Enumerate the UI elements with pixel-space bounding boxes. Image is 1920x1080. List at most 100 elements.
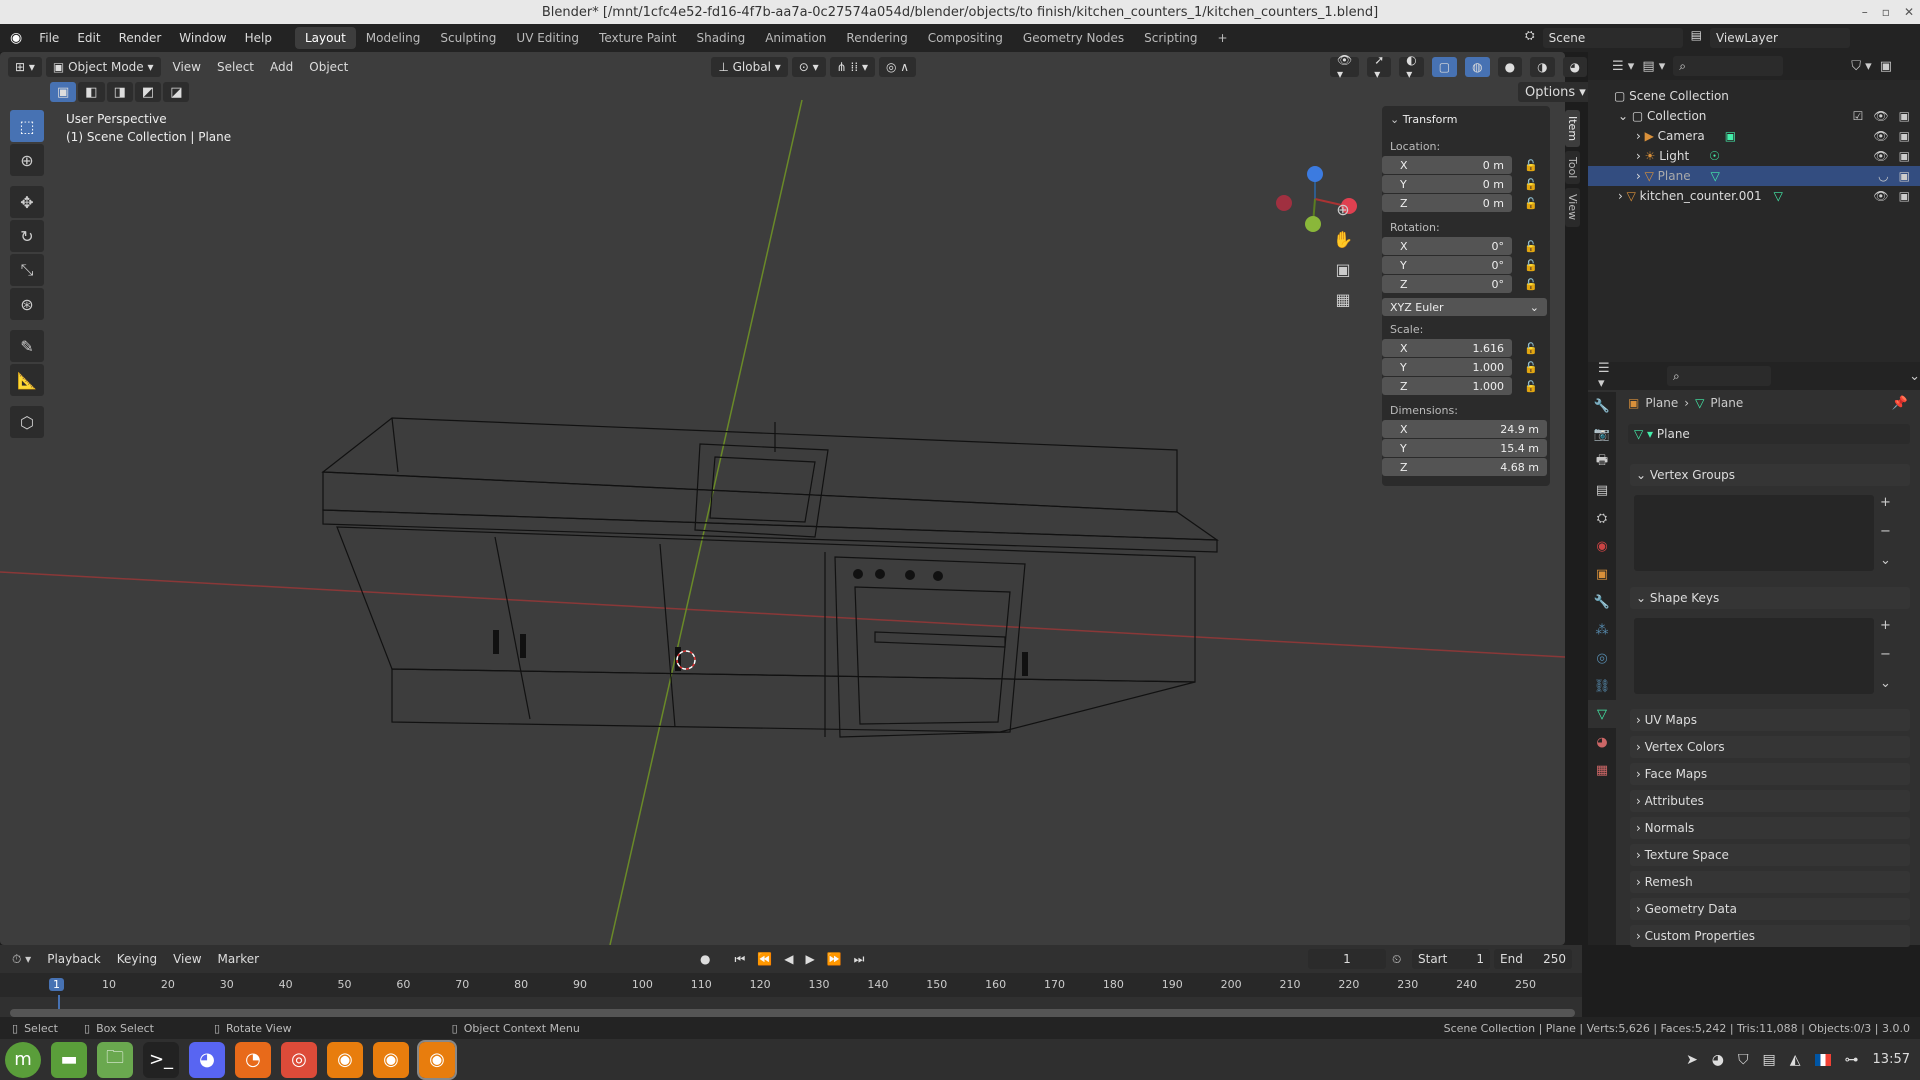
pin-icon[interactable]: 📌 [1892,396,1908,411]
view-layer-tab-icon[interactable]: ▤ [1588,476,1616,504]
tab-texture-paint[interactable]: Texture Paint [589,27,686,49]
chevron-right-icon[interactable]: › [1636,149,1645,163]
uv-maps-panel-header[interactable]: › UV Maps [1630,709,1910,731]
location-x-field[interactable]: X 0 m [1382,156,1512,174]
tab-view[interactable]: View [1565,188,1580,227]
scale-x-field[interactable]: X 1.616 [1382,339,1512,357]
vp-menu-object[interactable]: Object [301,60,356,74]
maximize-icon[interactable]: ▫ [1882,5,1890,19]
frame-ruler[interactable]: 1 10 20 30 40 50 60 70 80 90 100 110 120 130 140 150 160… [0,973,1582,1015]
gizmo-toggle-icon[interactable]: ➚ ▾ [1367,53,1392,81]
jump-start-icon[interactable]: ⏮ [734,952,745,967]
outliner-row-plane[interactable]: › ▽ Plane ▽ ◡ ▣ [1588,166,1920,186]
outliner-row-kitchen-counter[interactable]: › ▽ kitchen_counter.001 ▽ 👁 ▣ [1588,186,1920,206]
chevron-down-icon[interactable]: ⌄ [1909,369,1920,384]
rotation-x-field[interactable]: X 0° [1382,237,1512,255]
light-data-icon[interactable]: ☉ [1709,149,1720,163]
chevron-down-icon[interactable]: ⌄ [1880,553,1891,568]
remove-icon[interactable]: − [1880,524,1891,539]
display-mode-icon[interactable]: ▤ ▾ [1642,59,1665,74]
new-collection-icon[interactable]: ▣ [1880,59,1892,74]
scale-tool-icon[interactable]: ⤡ [10,254,44,286]
next-keyframe-icon[interactable]: ⏩ [827,952,842,967]
shape-keys-list[interactable] [1634,618,1874,694]
minimize-icon[interactable]: – [1862,5,1868,19]
close-icon[interactable]: ✕ [1904,5,1914,19]
options-dropdown[interactable]: Options ▾ [1518,82,1593,102]
render-tab-icon[interactable]: 📷 [1588,420,1616,448]
select-intersect-icon[interactable]: ◪ [163,82,190,102]
tab-animation[interactable]: Animation [755,27,836,49]
play-icon[interactable]: ▶ [805,952,814,967]
shading-solid-icon[interactable]: ● [1497,57,1523,77]
tab-shading[interactable]: Shading [686,27,755,49]
3d-viewport[interactable]: User Perspective (1) Scene Collection | … [0,52,1565,945]
tab-scripting[interactable]: Scripting [1134,27,1207,49]
start-frame-field[interactable]: Start 1 [1412,949,1490,969]
dimensions-z-field[interactable]: Z 4.68 m [1382,458,1547,476]
mesh-data-icon[interactable]: ▽ [1774,189,1783,203]
annotate-tool-icon[interactable]: ✎ [10,330,44,362]
end-frame-field[interactable]: End 250 [1494,949,1572,969]
add-icon[interactable]: + [1880,618,1891,633]
lock-icon[interactable]: 🔓 [1524,197,1538,210]
dimensions-x-field[interactable]: X 24.9 m [1382,420,1547,438]
viewlayer-field[interactable]: ViewLayer [1709,28,1850,48]
lock-icon[interactable]: 🔓 [1524,240,1538,253]
vertex-groups-list[interactable] [1634,495,1874,571]
chrome-icon[interactable]: ◎ [281,1041,317,1078]
transform-header[interactable]: ⌄ Transform [1390,110,1457,128]
transform-tool-icon[interactable]: ⊛ [10,288,44,320]
proportional-edit-toggle[interactable]: ◎ ∧ [879,57,917,77]
menu-window[interactable]: Window [170,31,235,45]
camera-icon[interactable]: ▣ [1899,129,1910,143]
zoom-icon[interactable]: ⊕ [1330,197,1356,221]
timeline-editor-icon[interactable]: ⏱ ▾ [0,952,39,967]
discord-icon[interactable]: ◕ [189,1041,225,1078]
nordvpn-icon[interactable]: ◭ [1790,1052,1801,1068]
vertex-groups-panel-header[interactable]: ⌄ Vertex Groups [1630,464,1910,486]
select-new-icon[interactable]: ▣ [50,82,77,102]
vp-menu-add[interactable]: Add [262,60,301,74]
rotate-tool-icon[interactable]: ↻ [10,220,44,252]
lock-icon[interactable]: 🔓 [1524,278,1538,291]
files-icon[interactable]: 🗀 [97,1041,133,1078]
eye-closed-icon[interactable]: ◡ [1878,169,1888,183]
xray-toggle-icon[interactable]: ▢ [1431,57,1458,77]
discord-tray-icon[interactable]: ◕ [1712,1052,1724,1068]
menu-file[interactable]: File [30,31,68,45]
mint-menu-icon[interactable]: m [5,1041,41,1078]
blender-icon-active[interactable]: ◉ [417,1039,457,1080]
pan-hand-icon[interactable]: ✋ [1330,227,1356,251]
scene-icon[interactable]: ⛭ [1525,28,1535,48]
tab-rendering[interactable]: Rendering [836,27,917,49]
texture-space-panel-header[interactable]: › Texture Space [1630,844,1910,866]
tab-modeling[interactable]: Modeling [356,27,431,49]
gizmo-z-icon[interactable] [1307,166,1323,182]
clipboard-icon[interactable]: ▤ [1763,1052,1776,1068]
lock-icon[interactable]: 🔓 [1524,361,1538,374]
mesh-data-icon[interactable]: ▽ [1711,169,1720,183]
preview-range-icon[interactable]: ⏲ [1392,952,1401,967]
camera-icon[interactable]: ▣ [1899,149,1910,163]
telegram-icon[interactable]: ➤ [1686,1052,1698,1068]
tab-sculpting[interactable]: Sculpting [430,27,506,49]
remove-icon[interactable]: − [1880,647,1891,662]
timeline-menu-view[interactable]: View [165,952,209,966]
menu-help[interactable]: Help [236,31,281,45]
vp-menu-view[interactable]: View [165,60,209,74]
eye-icon[interactable]: 👁 [1873,129,1888,143]
mode-dropdown[interactable]: ▣ Object Mode ▾ [45,57,161,77]
timeline-scrollbar[interactable] [10,1009,1575,1017]
blender-icon[interactable]: ◉ [327,1041,363,1078]
current-frame-field[interactable]: 1 [1308,949,1386,969]
lock-icon[interactable]: 🔓 [1524,380,1538,393]
select-box-tool-icon[interactable]: ⬚ [10,110,44,142]
vertex-colors-panel-header[interactable]: › Vertex Colors [1630,736,1910,758]
remesh-panel-header[interactable]: › Remesh [1630,871,1910,893]
keyboard-layout-flag-icon[interactable] [1814,1053,1831,1066]
properties-search-input[interactable]: ⌕ [1666,366,1772,386]
editor-type-icon[interactable]: ⊞ ▾ [8,57,42,77]
material-tab-icon[interactable]: ◕ [1588,728,1616,756]
lock-icon[interactable]: 🔓 [1524,178,1538,191]
